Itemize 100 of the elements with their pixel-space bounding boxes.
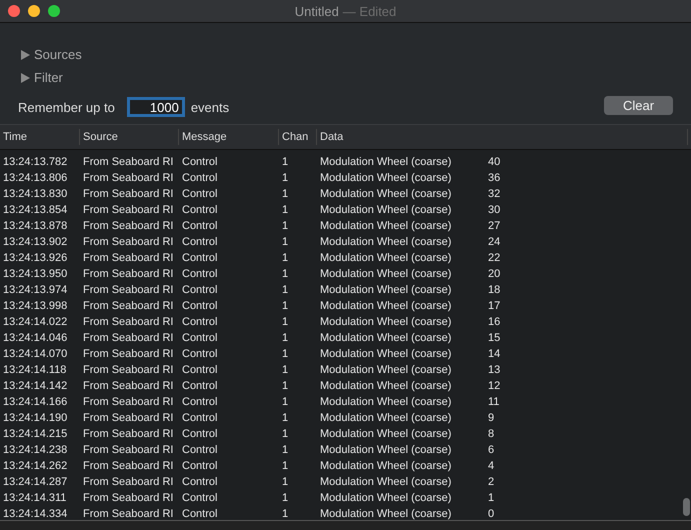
table-cell-text: 32 [487,188,502,200]
minimize-button[interactable] [28,5,40,17]
table-cell-text: 2 [487,476,496,488]
table-cell-text: 13:24:14.166 [2,396,68,408]
table-cell-text: 6 [487,444,496,456]
table-cell-text: Control [181,444,218,456]
table-cell-text: 13:24:14.022 [2,316,68,328]
table-cell-text: Modulation Wheel (coarse) [319,396,452,408]
table-cell-text: From Seaboard RI [82,348,174,360]
column-header[interactable]: Data [317,129,688,145]
table-cell-text: Modulation Wheel (coarse) [319,348,452,360]
table-cell-text: 1 [281,252,290,264]
table-cell-text: Control [181,220,218,232]
table-cell-text: 13:24:14.262 [2,460,68,472]
table-cell-text: 40 [487,156,502,168]
table-cell-text: Control [181,268,218,280]
table-cell-text: 1 [281,380,290,392]
table-cell-text: From Seaboard RI [82,396,174,408]
disclosure-triangle-icon[interactable] [20,50,30,60]
table-cell-text: 13:24:13.830 [2,188,68,200]
table-cell-text: 16 [487,316,502,328]
table-cell-text: Control [181,428,218,440]
table-cell-text: 1 [487,492,496,504]
table-cell-text: 13:24:13.974 [2,284,68,296]
table-cell-text: From Seaboard RI [82,476,174,488]
disclosure-label[interactable]: Sources [34,47,82,62]
table-cell-text: Modulation Wheel (coarse) [319,316,452,328]
table-cell-text: Control [181,364,218,376]
close-button[interactable] [8,5,20,17]
table-cell-text: 30 [487,204,502,216]
disclosure-label[interactable]: Filter [34,70,63,85]
table-cell-text: 13:24:14.334 [2,508,68,520]
table-cell-text: Modulation Wheel (coarse) [319,220,452,232]
table-cell-text: 13:24:14.311 [2,492,68,504]
table-cell-text: Modulation Wheel (coarse) [319,300,452,312]
table-cell-text: Modulation Wheel (coarse) [319,268,452,280]
table-cell-text: 1 [281,268,290,280]
table-cell-text: Control [181,252,218,264]
table-cell-text: 27 [487,220,502,232]
table-cell-text: 1 [281,476,290,488]
table-cell-text: Modulation Wheel (coarse) [319,444,452,456]
table-cell-text: 1 [281,460,290,472]
table-cell-text: 13:24:14.142 [2,380,68,392]
table-cell-text: Control [181,460,218,472]
table-cell-text: 13:24:13.806 [2,172,68,184]
column-header[interactable]: Source [80,129,179,145]
table-cell-text: Modulation Wheel (coarse) [319,156,452,168]
remember-label: Remember up to [18,100,115,114]
table-cell-text: 13:24:13.878 [2,220,68,232]
column-header[interactable]: Time [0,129,80,145]
table-cell-text: 4 [487,460,496,472]
table-cell-text: 8 [487,428,496,440]
table-cell-text: Control [181,284,218,296]
scrollbar-thumb[interactable] [683,498,690,516]
table-cell-text: From Seaboard RI [82,284,174,296]
table-cell-text: 13:24:13.950 [2,268,68,280]
event-count-field[interactable]: 1000 [126,97,185,117]
table-cell-text: Control [181,300,218,312]
table-cell-text: Control [181,348,218,360]
table-cell-text: From Seaboard RI [82,428,174,440]
table-cell-text: Modulation Wheel (coarse) [319,412,452,424]
zoom-button[interactable] [48,5,60,17]
table-cell-text: From Seaboard RI [82,156,174,168]
table-cell-text: Control [181,332,218,344]
table-cell-text: Modulation Wheel (coarse) [319,332,452,344]
table-cell-text: 1 [281,188,290,200]
column-header[interactable]: Message [179,129,279,145]
table-cell-text: From Seaboard RI [82,444,174,456]
table-cell-text: Control [181,492,218,504]
table-cell-text: 1 [281,204,290,216]
clear-button[interactable]: Clear [604,96,673,114]
events-label: events [190,100,230,114]
table-cell-text: Modulation Wheel (coarse) [319,172,452,184]
window-subtitle: — Edited [342,4,396,18]
column-header[interactable]: Chan [279,129,317,145]
table-cell-text: 1 [281,444,290,456]
table-cell-text: Control [181,412,218,424]
table-cell-text: Modulation Wheel (coarse) [319,508,452,520]
table-cell-text: 1 [281,300,290,312]
table-cell-text: 1 [281,492,290,504]
table-cell-text: From Seaboard RI [82,252,174,264]
disclosure-triangle-icon[interactable] [20,72,30,82]
table-cell-text: 1 [281,412,290,424]
table-cell-text: 1 [281,156,290,168]
table-cell-text: Modulation Wheel (coarse) [319,428,452,440]
table-cell-text: Modulation Wheel (coarse) [319,380,452,392]
table-cell-text: Modulation Wheel (coarse) [319,284,452,296]
table-cell-text: 13:24:14.046 [2,332,68,344]
table-cell-text: Modulation Wheel (coarse) [319,204,452,216]
table-cell-text: 13:24:13.902 [2,236,68,248]
table-cell-text: From Seaboard RI [82,364,174,376]
table-cell-text: From Seaboard RI [82,204,174,216]
table-cell-text: 0 [487,508,496,520]
table-cell-text: Modulation Wheel (coarse) [319,236,452,248]
table-cell-text: 13:24:13.854 [2,204,68,216]
table-cell-text: Control [181,204,218,216]
table-cell-text: 1 [281,236,290,248]
table-cell-text: Modulation Wheel (coarse) [319,252,452,264]
table-cell-text: 17 [487,300,502,312]
table-cell-text: 15 [487,332,502,344]
